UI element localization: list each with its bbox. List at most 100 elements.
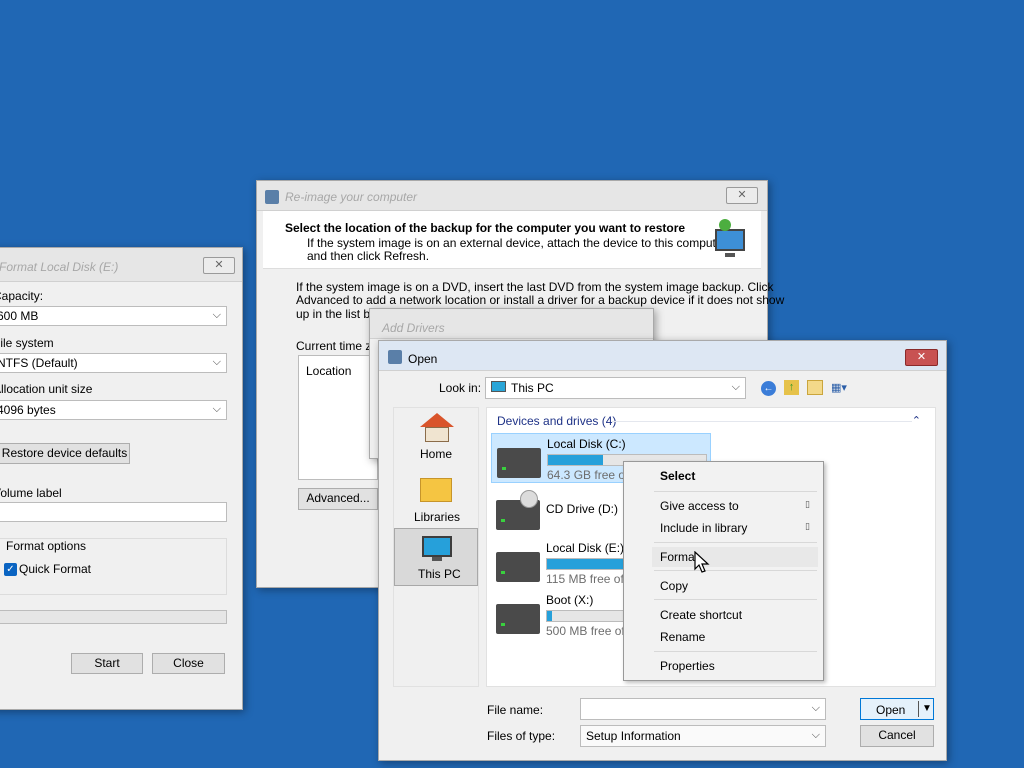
group-divider bbox=[612, 421, 912, 422]
monitor-restore-icon bbox=[711, 219, 749, 259]
open-split-arrow-icon[interactable]: ▼ bbox=[922, 699, 932, 718]
capacity-value: 600 MB bbox=[0, 309, 39, 323]
format-close-icon[interactable]: ✕ bbox=[203, 257, 235, 274]
chevron-down-icon: ⌵ bbox=[731, 381, 740, 393]
home-icon bbox=[420, 413, 454, 427]
context-menu: Select Give access to ▯ Include in libra… bbox=[623, 461, 824, 681]
menu-item-rename[interactable]: Rename bbox=[660, 630, 705, 644]
menu-item-properties[interactable]: Properties bbox=[660, 659, 715, 673]
reimage-body-1: If the system image is on a DVD, insert … bbox=[296, 280, 774, 294]
cancel-button[interactable]: Cancel bbox=[860, 725, 934, 747]
place-home-label: Home bbox=[420, 447, 453, 461]
home-icon-body bbox=[425, 427, 449, 442]
menu-item-copy[interactable]: Copy bbox=[660, 579, 688, 593]
file-system-value: NTFS (Default) bbox=[0, 356, 78, 370]
format-window-title: Format Local Disk (E:) bbox=[0, 260, 119, 274]
menu-item-select[interactable]: Select bbox=[660, 469, 695, 483]
start-button[interactable]: Start bbox=[71, 653, 143, 674]
look-in-select[interactable]: This PC ⌵ bbox=[485, 377, 746, 399]
capacity-select[interactable]: 600 MB ⌵ bbox=[0, 306, 227, 326]
view-menu-icon[interactable]: ▦▾ bbox=[831, 381, 855, 395]
volume-label-input[interactable] bbox=[0, 502, 227, 522]
hard-drive-icon bbox=[496, 552, 540, 582]
new-folder-icon[interactable] bbox=[807, 380, 823, 395]
reimage-titlebar[interactable]: Re-image your computer ✕ bbox=[257, 181, 767, 211]
open-titlebar[interactable]: Open ✕ bbox=[379, 341, 946, 371]
menu-separator bbox=[654, 599, 817, 600]
submenu-arrow-icon: ▯ bbox=[805, 499, 810, 509]
file-system-select[interactable]: NTFS (Default) ⌵ bbox=[0, 353, 227, 373]
file-system-label: File system bbox=[0, 336, 54, 350]
hard-drive-icon bbox=[497, 448, 541, 478]
reimage-subtext-2: and then click Refresh. bbox=[307, 249, 430, 263]
drive-d-name: CD Drive (D:) bbox=[546, 502, 618, 516]
chevron-down-icon: ⌵ bbox=[212, 403, 221, 415]
menu-item-give-access[interactable]: Give access to bbox=[660, 499, 739, 513]
allocation-label: Allocation unit size bbox=[0, 382, 93, 396]
files-of-type-value: Setup Information bbox=[586, 729, 681, 743]
drive-x-free: 500 MB free of bbox=[546, 624, 625, 638]
back-icon[interactable]: ← bbox=[761, 381, 776, 396]
menu-item-include-library[interactable]: Include in library bbox=[660, 521, 747, 535]
place-this-pc[interactable]: This PC bbox=[394, 528, 478, 586]
add-drivers-title: Add Drivers bbox=[382, 321, 445, 335]
close-button[interactable]: Close bbox=[152, 653, 225, 674]
allocation-value: 4096 bytes bbox=[0, 403, 56, 417]
advanced-button[interactable]: Advanced... bbox=[298, 488, 378, 510]
libraries-icon bbox=[420, 478, 452, 502]
files-of-type-label: Files of type: bbox=[487, 729, 556, 743]
column-header-location[interactable]: Location bbox=[306, 364, 351, 378]
open-button[interactable]: Open ▼ bbox=[860, 698, 934, 720]
place-home[interactable]: Home bbox=[394, 410, 478, 464]
reimage-body-3: up in the list be bbox=[296, 307, 377, 321]
reimage-body-2: Advanced to add a network location or in… bbox=[296, 293, 785, 307]
chevron-down-icon: ⌵ bbox=[212, 356, 221, 368]
menu-separator bbox=[654, 542, 817, 543]
menu-separator bbox=[654, 651, 817, 652]
reimage-app-icon bbox=[265, 190, 279, 204]
menu-separator bbox=[654, 491, 817, 492]
this-pc-icon bbox=[491, 381, 506, 392]
format-options-title: Format options bbox=[4, 539, 89, 553]
files-of-type-select[interactable]: Setup Information ⌵ bbox=[580, 725, 826, 747]
split-divider bbox=[918, 701, 919, 717]
quick-format-label: Quick Format bbox=[19, 562, 92, 576]
menu-item-format[interactable]: Format bbox=[660, 550, 698, 564]
chevron-down-icon: ⌵ bbox=[811, 702, 820, 714]
volume-label-label: Volume label bbox=[0, 486, 62, 500]
backup-location-list[interactable]: Location bbox=[298, 355, 378, 480]
file-name-label: File name: bbox=[487, 703, 544, 717]
current-time-zone-label: Current time zo bbox=[296, 339, 379, 353]
add-drivers-titlebar[interactable]: Add Drivers bbox=[370, 309, 653, 339]
file-name-input[interactable]: ⌵ bbox=[580, 698, 826, 720]
open-app-icon bbox=[388, 350, 402, 364]
allocation-select[interactable]: 4096 bytes ⌵ bbox=[0, 400, 227, 420]
collapse-icon[interactable]: ⌃ bbox=[912, 414, 921, 427]
place-libraries[interactable]: Libraries bbox=[394, 472, 478, 526]
open-close-icon[interactable]: ✕ bbox=[905, 349, 938, 366]
look-in-label: Look in: bbox=[439, 381, 482, 395]
up-folder-icon[interactable]: ↑ bbox=[784, 380, 799, 395]
reimage-window-title: Re-image your computer bbox=[285, 190, 418, 204]
format-titlebar[interactable]: Format Local Disk (E:) ✕ bbox=[0, 248, 242, 282]
chevron-down-icon: ⌵ bbox=[212, 309, 221, 321]
chevron-down-icon: ⌵ bbox=[811, 729, 820, 741]
drive-c-name: Local Disk (C:) bbox=[547, 437, 626, 451]
group-header[interactable]: Devices and drives (4) bbox=[497, 414, 616, 428]
place-libraries-label: Libraries bbox=[414, 510, 461, 524]
drive-x-name: Boot (X:) bbox=[546, 593, 594, 607]
this-pc-monitor-icon bbox=[422, 536, 452, 557]
place-this-pc-label: This PC bbox=[418, 567, 461, 581]
monitor-stand bbox=[432, 557, 442, 561]
reimage-heading: Select the location of the backup for th… bbox=[285, 221, 686, 235]
menu-item-create-shortcut[interactable]: Create shortcut bbox=[660, 608, 742, 622]
reimage-subtext-1: If the system image is on an external de… bbox=[307, 236, 730, 250]
drive-c-free: 64.3 GB free of bbox=[547, 468, 629, 482]
drive-e-name: Local Disk (E:) bbox=[546, 541, 625, 555]
hard-drive-icon bbox=[496, 604, 540, 634]
quick-format-checkbox[interactable]: ✓ bbox=[4, 563, 17, 576]
format-window: Format Local Disk (E:) ✕ Capacity: 600 M… bbox=[0, 247, 243, 710]
restore-defaults-button[interactable]: Restore device defaults bbox=[0, 443, 130, 464]
cd-drive-icon bbox=[496, 490, 540, 530]
reimage-close-icon[interactable]: ✕ bbox=[726, 187, 758, 204]
